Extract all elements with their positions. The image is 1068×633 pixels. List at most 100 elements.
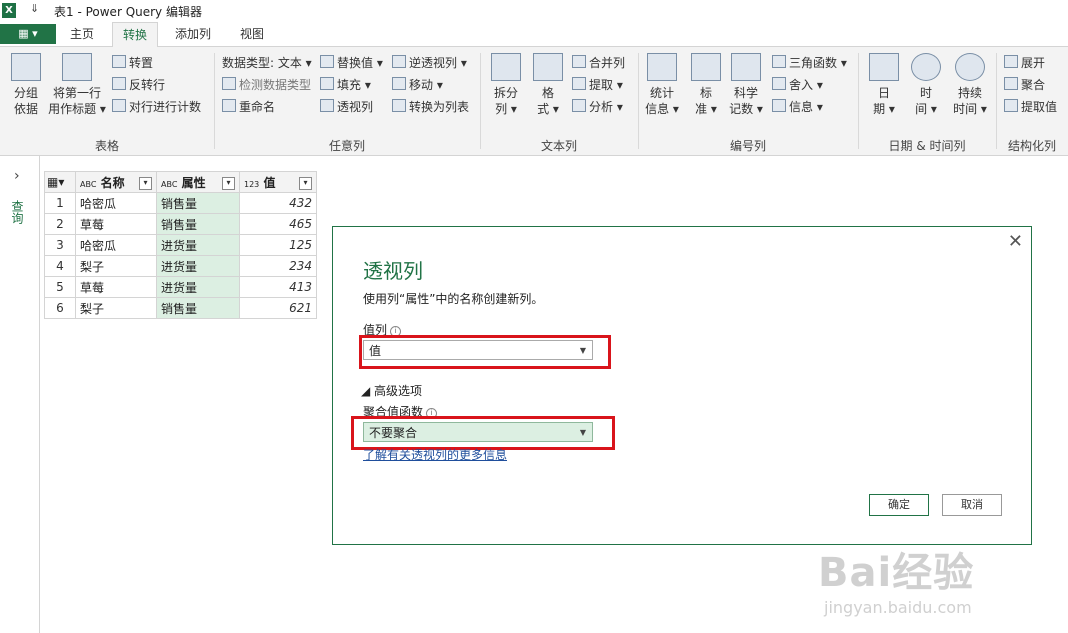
group-label-number-column: 编号列 [729, 139, 766, 153]
split-column-button[interactable]: 拆分 列 ▾ [488, 53, 524, 117]
cell-value[interactable]: 413 [239, 276, 317, 298]
close-icon[interactable]: ✕ [1008, 231, 1023, 252]
use-first-row-as-headers-button[interactable]: 将第一行 用作标题 ▾ [48, 53, 106, 117]
cell-value[interactable]: 125 [239, 234, 317, 256]
filter-dropdown-icon[interactable]: ▾ [139, 176, 152, 190]
cell-value[interactable]: 621 [239, 297, 317, 319]
table-menu-button[interactable]: ▦▾ [44, 171, 76, 193]
statistics-button[interactable]: 统计 信息 ▾ [644, 53, 680, 117]
move-label: 移动 ▾ [409, 78, 443, 92]
reverse-rows-icon [112, 77, 126, 90]
cell-attribute[interactable]: 进货量 [156, 234, 240, 256]
column-header-value[interactable]: 123 值 ▾ [239, 171, 317, 193]
advanced-options-toggle[interactable]: ◢ 高级选项 [361, 382, 422, 399]
parse-button[interactable]: 分析 ▾ [572, 99, 623, 115]
scientific-button[interactable]: 科学 记数 ▾ [728, 53, 764, 117]
data-type-label: 数据类型: 文本 ▾ [222, 56, 312, 70]
cell-value[interactable]: 432 [239, 192, 317, 214]
cell-value[interactable]: 234 [239, 255, 317, 277]
unpivot-columns-button[interactable]: 逆透视列 ▾ [392, 55, 467, 71]
cell-name[interactable]: 哈密瓜 [75, 234, 157, 256]
format-label-2: 式 ▾ [537, 102, 559, 116]
filter-dropdown-icon[interactable]: ▾ [222, 176, 235, 190]
extract-values-label: 提取值 [1021, 100, 1058, 114]
filter-dropdown-icon[interactable]: ▾ [299, 176, 312, 190]
group-by-button[interactable]: 分组 依据 [8, 53, 44, 117]
tab-home[interactable]: 主页 [60, 22, 104, 46]
move-button[interactable]: 移动 ▾ [392, 77, 443, 93]
cell-name[interactable]: 草莓 [75, 276, 157, 298]
cell-attribute[interactable]: 销售量 [156, 297, 240, 319]
format-label-1: 格 [541, 86, 554, 100]
sigma-icon [647, 53, 677, 81]
rounding-button[interactable]: 舍入 ▾ [772, 77, 823, 93]
learn-more-link[interactable]: 了解有关透视列的更多信息 [363, 446, 507, 463]
extract-values-button[interactable]: 提取值 [1004, 99, 1057, 115]
cell-attribute[interactable]: 销售量 [156, 192, 240, 214]
transpose-button[interactable]: 转置 [112, 55, 153, 71]
cell-attribute[interactable]: 销售量 [156, 213, 240, 235]
merge-columns-button[interactable]: 合并列 [572, 55, 625, 71]
reverse-rows-button[interactable]: 反转行 [112, 77, 165, 93]
table-row[interactable]: 6 梨子 销售量 621 [44, 297, 317, 319]
cell-name[interactable]: 梨子 [75, 297, 157, 319]
stopwatch-icon [955, 53, 985, 81]
group-label-datetime: 日期 & 时间列 [888, 139, 966, 153]
rounding-label: 舍入 ▾ [789, 78, 823, 92]
cell-attribute[interactable]: 进货量 [156, 276, 240, 298]
ok-button[interactable]: 确定 [869, 494, 929, 516]
extract-button[interactable]: 提取 ▾ [572, 77, 623, 93]
rename-button[interactable]: 重命名 [222, 99, 275, 115]
date-button[interactable]: 日 期 ▾ [866, 53, 902, 117]
transpose-icon [112, 55, 126, 68]
aggregate-button[interactable]: 聚合 [1004, 77, 1045, 93]
count-rows-button[interactable]: 对行进行计数 [112, 99, 201, 115]
pivot-label: 透视列 [337, 100, 374, 114]
cell-name[interactable]: 梨子 [75, 255, 157, 277]
standard-button[interactable]: 标 准 ▾ [688, 53, 724, 117]
cell-name[interactable]: 哈密瓜 [75, 192, 157, 214]
time-button[interactable]: 时 间 ▾ [908, 53, 944, 117]
tab-transform[interactable]: 转换 [112, 22, 158, 48]
cell-name[interactable]: 草莓 [75, 213, 157, 235]
chevron-right-icon[interactable]: › [14, 168, 20, 184]
dialog-description: 使用列“属性”中的名称创建新列。 [363, 292, 544, 306]
ribbon: 分组 依据 将第一行 用作标题 ▾ 转置 反转行 对行进行计数 表格 数据类型:… [0, 47, 1068, 156]
time-label-1: 时 [919, 86, 932, 100]
cell-attribute[interactable]: 进货量 [156, 255, 240, 277]
data-type-dropdown[interactable]: 数据类型: 文本 ▾ [222, 55, 312, 71]
trigonometry-button[interactable]: 三角函数 ▾ [772, 55, 847, 71]
cancel-button[interactable]: 取消 [942, 494, 1002, 516]
table-row[interactable]: 1 哈密瓜 销售量 432 [44, 192, 317, 214]
file-menu-button[interactable]: ▦ ▾ [0, 24, 56, 44]
extract-label: 提取 ▾ [589, 78, 623, 92]
tab-view[interactable]: 视图 [230, 22, 274, 46]
column-header-label: 名称 [100, 175, 125, 190]
queries-pane: › 查询 [0, 156, 40, 633]
format-button[interactable]: 格 式 ▾ [530, 53, 566, 117]
group-by-icon [11, 53, 41, 81]
information-button[interactable]: 信息 ▾ [772, 99, 823, 115]
excel-icon: X [2, 3, 16, 18]
table-row[interactable]: 5 草莓 进货量 413 [44, 276, 317, 298]
cell-value[interactable]: 465 [239, 213, 317, 235]
convert-to-list-button[interactable]: 转换为列表 [392, 99, 469, 115]
column-header-name[interactable]: ABC 名称 ▾ [75, 171, 157, 193]
detect-data-type-button[interactable]: 检测数据类型 [222, 77, 311, 93]
tab-add-column[interactable]: 添加列 [164, 22, 222, 46]
table-row[interactable]: 4 梨子 进货量 234 [44, 255, 317, 277]
table-row[interactable]: 3 哈密瓜 进货量 125 [44, 234, 317, 256]
group-label-text-column: 文本列 [540, 139, 577, 153]
aggregate-label: 聚合 [1021, 78, 1046, 92]
replace-values-button[interactable]: 替换值 ▾ [320, 55, 383, 71]
column-header-attribute[interactable]: ABC 属性 ▾ [156, 171, 240, 193]
fill-button[interactable]: 填充 ▾ [320, 77, 371, 93]
statistics-label-2: 信息 ▾ [645, 102, 679, 116]
queries-pane-label[interactable]: 查询 [10, 200, 26, 224]
pivot-column-button[interactable]: 透视列 [320, 99, 373, 115]
table-row[interactable]: 2 草莓 销售量 465 [44, 213, 317, 235]
expand-button[interactable]: 展开 [1004, 55, 1045, 71]
quick-access-dropdown[interactable]: ⇓ [30, 2, 39, 15]
duration-button[interactable]: 持续 时间 ▾ [950, 53, 990, 117]
exponent-icon [731, 53, 761, 81]
